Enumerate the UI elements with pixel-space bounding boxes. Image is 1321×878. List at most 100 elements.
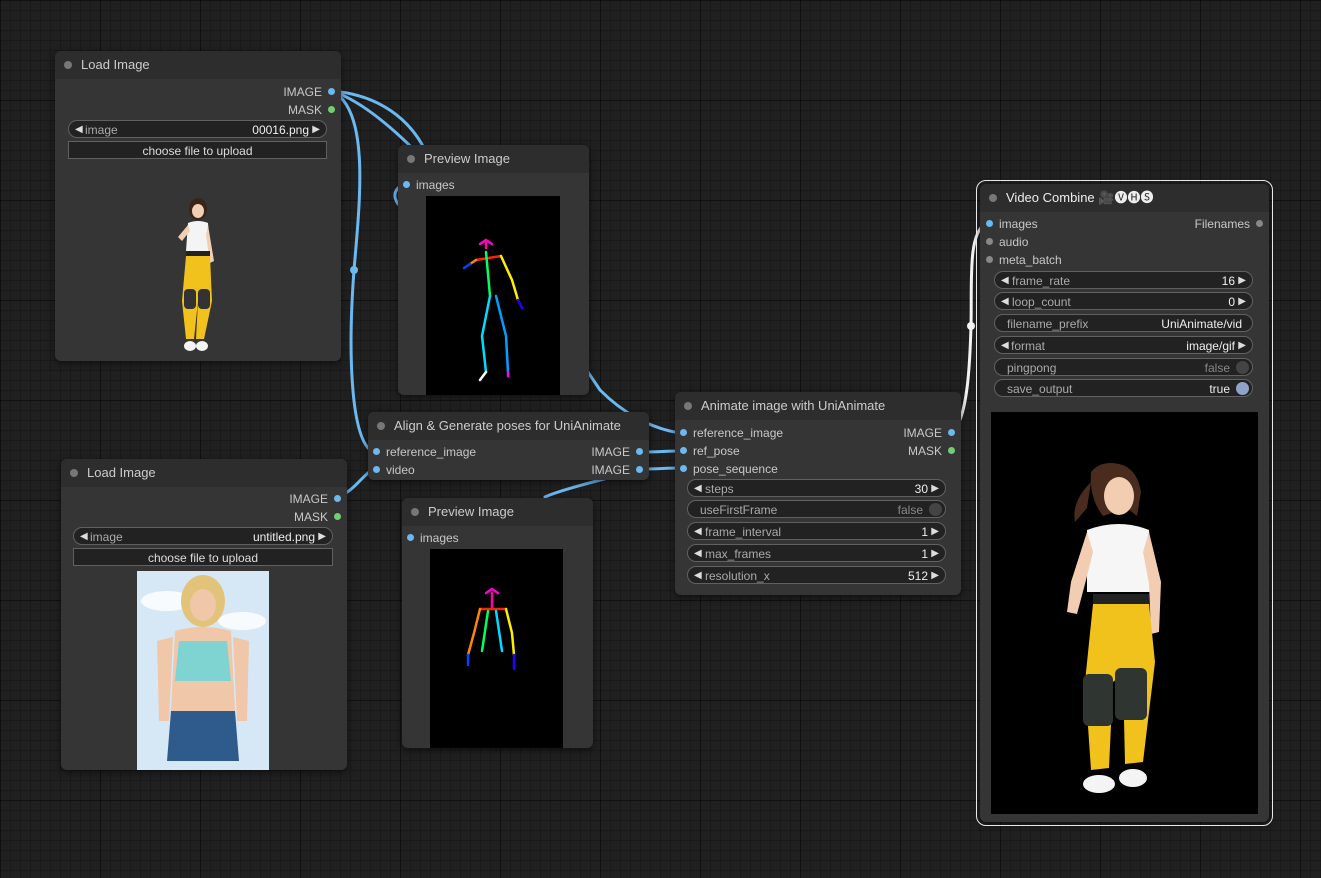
widget-label: steps: [705, 482, 734, 496]
frame-rate-widget[interactable]: ◀ frame_rate 16 ▶: [994, 271, 1253, 289]
save-output-toggle[interactable]: save_output true: [994, 379, 1253, 397]
link-load1-to-preview1: [330, 89, 427, 152]
use-first-frame-toggle[interactable]: useFirstFrame false: [687, 500, 946, 518]
image-combo[interactable]: ◀ image 00016.png ▶: [68, 120, 327, 138]
arrow-right-icon[interactable]: ▶: [1238, 293, 1246, 311]
pose-preview: [430, 549, 563, 748]
arrow-left-icon[interactable]: ◀: [694, 567, 702, 585]
collapse-dot[interactable]: [64, 61, 72, 69]
arrow-left-icon[interactable]: ◀: [694, 480, 702, 498]
load-image-node-1[interactable]: Load Image IMAGE MASK ◀ image 00016.png …: [55, 51, 341, 361]
widget-value: 16: [1221, 274, 1235, 288]
reroute-dot: [967, 322, 975, 330]
node-title[interactable]: Load Image: [55, 51, 341, 79]
widget-value: 30: [914, 482, 928, 496]
upload-button[interactable]: choose file to upload: [68, 141, 327, 159]
frame-interval-widget[interactable]: ◀ frame_interval 1 ▶: [687, 522, 946, 540]
pose-preview: [426, 196, 560, 395]
node-title-text: Animate image with UniAnimate: [701, 398, 886, 413]
loop-count-widget[interactable]: ◀ loop_count 0 ▶: [994, 292, 1253, 310]
arrow-left-icon[interactable]: ◀: [694, 545, 702, 563]
steps-widget[interactable]: ◀ steps 30 ▶: [687, 479, 946, 497]
collapse-dot[interactable]: [407, 155, 415, 163]
node-title[interactable]: Load Image: [61, 459, 347, 487]
widget-label: filename_prefix: [1007, 317, 1089, 331]
load-image-node-2[interactable]: Load Image IMAGE MASK ◀ image untitled.p…: [61, 459, 347, 770]
node-title[interactable]: Video Combine 🎥🅥🅗🅢: [980, 184, 1269, 212]
input-images[interactable]: images: [407, 530, 459, 546]
node-title[interactable]: Preview Image: [402, 498, 593, 526]
arrow-right-icon[interactable]: ▶: [931, 567, 939, 585]
input-reference-image[interactable]: reference_image: [373, 444, 476, 460]
input-video[interactable]: video: [373, 462, 415, 478]
output-mask[interactable]: MASK: [294, 509, 342, 525]
resolution-x-widget[interactable]: ◀ resolution_x 512 ▶: [687, 566, 946, 584]
arrow-right-icon[interactable]: ▶: [318, 528, 326, 546]
arrow-right-icon[interactable]: ▶: [931, 480, 939, 498]
output-image[interactable]: IMAGE: [289, 491, 341, 507]
image-combo[interactable]: ◀ image untitled.png ▶: [73, 527, 333, 545]
arrow-left-icon[interactable]: ◀: [1001, 293, 1009, 311]
input-reference-image[interactable]: reference_image: [680, 425, 783, 441]
input-images[interactable]: images: [403, 177, 455, 193]
filename-prefix-field[interactable]: filename_prefix UniAnimate/vid: [994, 314, 1253, 332]
widget-value: 1: [921, 547, 928, 561]
widget-label: loop_count: [1012, 295, 1071, 309]
input-ref-pose[interactable]: ref_pose: [680, 443, 740, 459]
output-image[interactable]: IMAGE: [903, 425, 955, 441]
collapse-dot[interactable]: [684, 402, 692, 410]
widget-label: resolution_x: [705, 569, 770, 583]
input-pose-sequence[interactable]: pose_sequence: [680, 461, 778, 477]
output-mask[interactable]: MASK: [908, 443, 956, 459]
widget-label: format: [1011, 339, 1046, 353]
max-frames-widget[interactable]: ◀ max_frames 1 ▶: [687, 544, 946, 562]
widget-value: 00016.png: [252, 123, 309, 137]
reroute-dot: [350, 266, 358, 274]
input-images[interactable]: images: [986, 216, 1038, 232]
arrow-right-icon[interactable]: ▶: [1238, 337, 1246, 355]
node-title[interactable]: Align & Generate poses for UniAnimate: [368, 412, 649, 440]
toggle-knob-icon[interactable]: [929, 503, 942, 516]
preview-image-node-2[interactable]: Preview Image images: [402, 498, 593, 748]
output-mask[interactable]: MASK: [288, 102, 336, 118]
collapse-dot[interactable]: [70, 469, 78, 477]
toggle-knob-icon[interactable]: [1236, 361, 1249, 374]
image-preview: [160, 191, 240, 359]
collapse-dot[interactable]: [989, 194, 997, 202]
widget-label: pingpong: [1007, 361, 1057, 375]
widget-label: useFirstFrame: [700, 503, 778, 517]
widget-label: image: [90, 530, 123, 544]
node-title[interactable]: Preview Image: [398, 145, 589, 173]
arrow-left-icon[interactable]: ◀: [1001, 337, 1009, 355]
output-filenames[interactable]: Filenames: [1195, 216, 1264, 232]
output-image[interactable]: IMAGE: [283, 84, 335, 100]
arrow-left-icon[interactable]: ◀: [1001, 272, 1009, 290]
arrow-right-icon[interactable]: ▶: [931, 523, 939, 541]
input-meta-batch[interactable]: meta_batch: [986, 252, 1062, 268]
toggle-knob-icon[interactable]: [1236, 382, 1249, 395]
arrow-right-icon[interactable]: ▶: [312, 121, 320, 139]
collapse-dot[interactable]: [377, 422, 385, 430]
preview-image-node-1[interactable]: Preview Image images: [398, 145, 589, 395]
collapse-dot[interactable]: [411, 508, 419, 516]
widget-value: 512: [907, 569, 928, 583]
widget-label: save_output: [1007, 382, 1073, 396]
arrow-right-icon[interactable]: ▶: [931, 545, 939, 563]
animate-unianimate-node[interactable]: Animate image with UniAnimate reference_…: [675, 392, 961, 595]
arrow-left-icon[interactable]: ◀: [80, 528, 88, 546]
widget-value: 0: [1228, 295, 1235, 309]
arrow-right-icon[interactable]: ▶: [1238, 272, 1246, 290]
input-audio[interactable]: audio: [986, 234, 1028, 250]
arrow-left-icon[interactable]: ◀: [694, 523, 702, 541]
arrow-left-icon[interactable]: ◀: [75, 121, 83, 139]
pingpong-toggle[interactable]: pingpong false: [994, 358, 1253, 376]
output-image-1[interactable]: IMAGE: [591, 444, 643, 460]
video-combine-node[interactable]: Video Combine 🎥🅥🅗🅢 images audio meta_bat…: [976, 180, 1273, 826]
widget-label: frame_rate: [1012, 274, 1071, 288]
format-combo[interactable]: ◀ format image/gif ▶: [994, 336, 1253, 354]
widget-value: untitled.png: [252, 530, 315, 544]
align-poses-node[interactable]: Align & Generate poses for UniAnimate re…: [368, 412, 649, 480]
upload-button[interactable]: choose file to upload: [73, 548, 333, 566]
node-title[interactable]: Animate image with UniAnimate: [675, 392, 961, 420]
output-image-2[interactable]: IMAGE: [591, 462, 643, 478]
